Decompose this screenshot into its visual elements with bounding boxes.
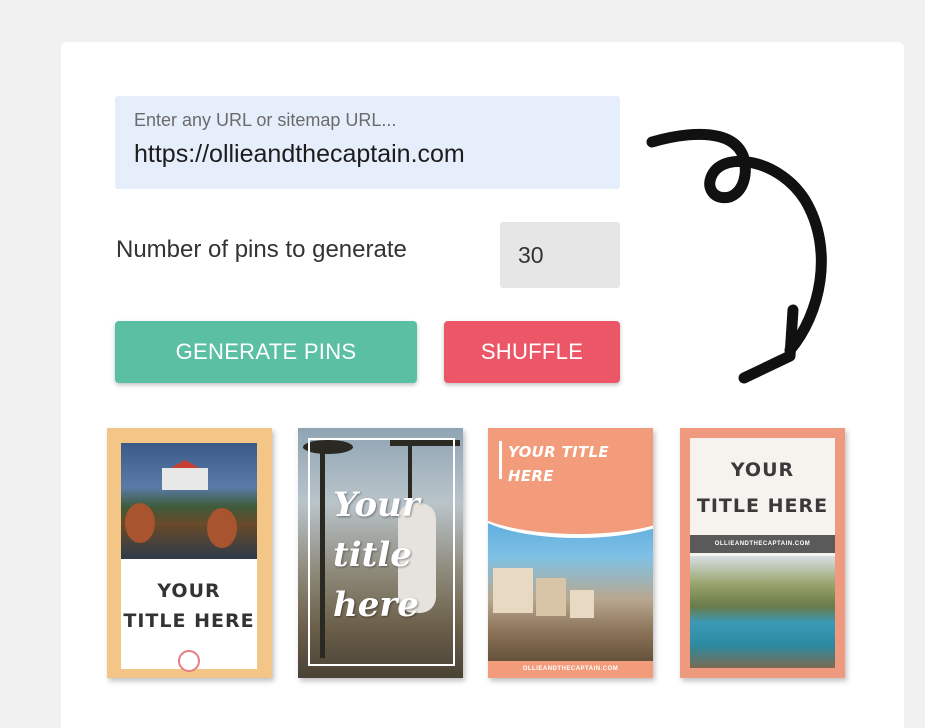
pin-preview-4[interactable]: YOUR TITLE HERE OLLIEANDTHECAPTAIN.COM <box>680 428 845 678</box>
pin-footer: OLLIEANDTHECAPTAIN.COM <box>488 661 653 678</box>
pin-title: YOUR TITLE HERE <box>696 459 829 517</box>
generate-pins-button[interactable]: GENERATE PINS <box>115 321 417 383</box>
pin-preview-2[interactable]: Your title here <box>298 428 463 678</box>
pin-title: YOUR TITLE HERE <box>123 580 255 632</box>
url-placeholder: Enter any URL or sitemap URL... <box>134 110 397 130</box>
pins-count-input[interactable]: 30 <box>500 222 620 288</box>
url-input-box[interactable]: Enter any URL or sitemap URL... https://… <box>115 96 620 189</box>
shuffle-button[interactable]: SHUFFLE <box>444 321 620 383</box>
pin-photo-detail <box>125 503 155 543</box>
pin-photo <box>690 556 835 668</box>
curly-arrow-icon <box>646 128 827 384</box>
pin-preview-1[interactable]: YOUR TITLE HERE <box>107 428 272 678</box>
pin-preview-3[interactable]: YOUR TITLE HERE OLLIEANDTHECAPTAIN.COM <box>488 428 653 678</box>
pin-accent-bar <box>499 441 502 479</box>
pins-count-label: Number of pins to generate <box>116 236 407 263</box>
pin-photo-detail <box>493 568 533 613</box>
pin-site-band: OLLIEANDTHECAPTAIN.COM <box>690 535 835 553</box>
pin-photo-detail <box>162 468 208 490</box>
pin-photo-detail <box>536 578 566 616</box>
logo-badge <box>178 650 200 672</box>
pin-photo-detail <box>570 590 594 618</box>
pin-title: Your title here <box>333 485 420 625</box>
pin-photo-detail <box>207 508 237 548</box>
url-input[interactable]: https://ollieandthecaptain.com <box>134 140 604 169</box>
pin-title: YOUR TITLE HERE <box>508 443 609 485</box>
